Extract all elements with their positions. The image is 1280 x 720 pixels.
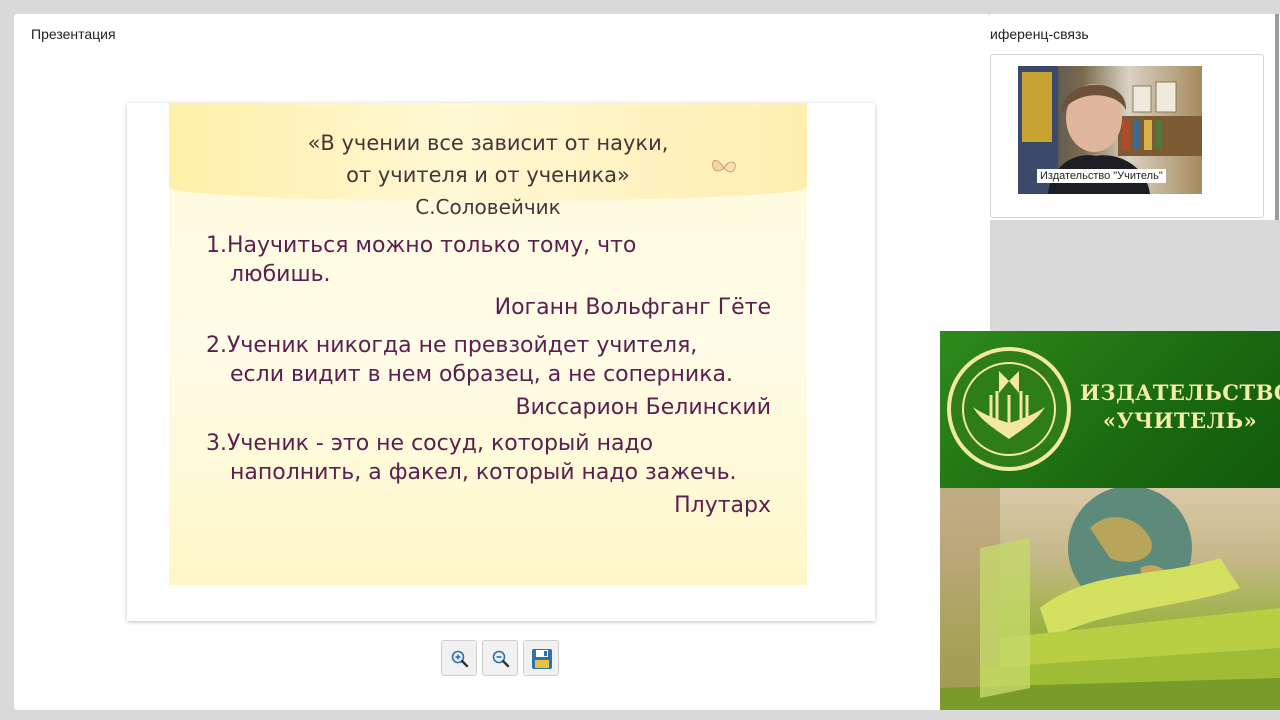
save-icon: [532, 649, 552, 669]
quote-1-line-1: 1.Научиться можно только тому, что: [206, 233, 637, 258]
quote-1-line-2: любишь.: [230, 262, 331, 287]
zoom-in-button[interactable]: [441, 640, 477, 676]
conference-panel: иференц-связь Издательство "Учитель": [990, 14, 1280, 220]
epigraph-author: С.Соловейчик: [415, 195, 561, 219]
conference-title: иференц-связь: [990, 26, 1089, 42]
banner-image: [940, 486, 1280, 710]
zoom-in-icon: [451, 650, 469, 668]
books-globe-illustration: [940, 486, 1280, 710]
publisher-name-line-2: «УЧИТЕЛЬ»: [1102, 408, 1258, 433]
zoom-out-icon: [492, 650, 510, 668]
publisher-name-line-1: ИЗДАТЕЛЬСТВО: [1080, 380, 1280, 405]
publisher-name: ИЗДАТЕЛЬСТВО «УЧИТЕЛЬ»: [1080, 379, 1280, 435]
presentation-slide: «В учении все зависит от науки, от учите…: [169, 103, 807, 585]
epigraph-line-1: «В учении все зависит от науки,: [307, 131, 669, 155]
quote-2-author: Виссарион Белинский: [515, 395, 771, 420]
publisher-banner: ИЗДАТЕЛЬСТВО «УЧИТЕЛЬ»: [940, 331, 1280, 710]
quote-1-author: Иоганн Вольфганг Гёте: [494, 295, 771, 320]
quote-2-line-2: если видит в нем образец, а не соперника…: [230, 362, 733, 387]
save-button[interactable]: [523, 640, 559, 676]
book-logo-icon: [962, 362, 1056, 456]
conference-scrollbar[interactable]: [1275, 14, 1279, 220]
presentation-title: Презентация: [31, 26, 116, 42]
quote-2-line-1: 2.Ученик никогда не превзойдет учителя,: [206, 333, 698, 358]
video-caption: Издательство "Учитель": [1037, 169, 1166, 183]
quote-3-author: Плутарх: [674, 493, 771, 518]
quote-3-line-1: 3.Ученик - это не сосуд, который надо: [206, 431, 654, 456]
epigraph-line-2: от учителя и от ученика»: [346, 163, 630, 187]
quote-3-line-2: наполнить, а факел, который надо зажечь.: [230, 460, 737, 485]
publisher-logo: [947, 347, 1071, 471]
zoom-out-button[interactable]: [482, 640, 518, 676]
